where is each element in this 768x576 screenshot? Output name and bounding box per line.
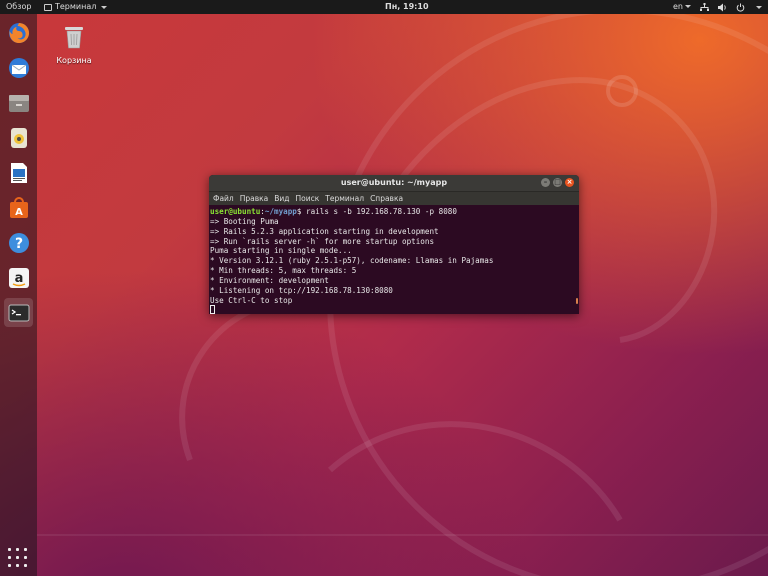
minimize-button[interactable]: – <box>541 178 550 187</box>
terminal-menubar: Файл Правка Вид Поиск Терминал Справка <box>209 191 579 205</box>
output-line: * Listening on tcp://192.168.78.130:8080 <box>210 285 393 295</box>
dock: A ? a <box>0 14 37 576</box>
cursor-line <box>210 305 579 314</box>
terminal-window[interactable]: user@ubuntu: ~/myapp – □ × Файл Правка В… <box>209 175 579 314</box>
output-line: * Environment: development <box>210 275 329 285</box>
maximize-button[interactable]: □ <box>553 178 562 187</box>
show-applications-icon[interactable] <box>8 548 28 568</box>
terminal-icon <box>8 304 29 321</box>
desktop-trash[interactable]: Корзина <box>52 24 96 65</box>
menu-edit[interactable]: Правка <box>240 192 269 205</box>
output-line: => Rails 5.2.3 application starting in d… <box>210 226 439 236</box>
dock-amazon[interactable]: a <box>4 263 33 292</box>
output-line: => Booting Puma <box>210 216 279 226</box>
system-tray[interactable]: en <box>673 0 762 14</box>
software-center-icon: A <box>9 196 28 218</box>
language-indicator[interactable]: en <box>673 0 691 14</box>
app-menu-label: Терминал <box>55 2 97 11</box>
close-button[interactable]: × <box>565 178 574 187</box>
prompt-user: user@ubuntu <box>210 207 261 216</box>
dock-software-center[interactable]: A <box>4 193 33 222</box>
window-controls: – □ × <box>541 178 574 187</box>
dock-terminal[interactable] <box>4 298 33 327</box>
prompt-line: user@ubuntu:~/myapp$ rails s -b 192.168.… <box>210 207 457 216</box>
dock-files[interactable] <box>4 88 33 117</box>
app-menu-terminal[interactable]: Терминал <box>44 0 108 14</box>
volume-icon[interactable] <box>718 3 727 12</box>
menu-file[interactable]: Файл <box>213 192 234 205</box>
menu-view[interactable]: Вид <box>274 192 289 205</box>
help-icon: ? <box>8 232 29 253</box>
chevron-down-icon <box>101 5 108 9</box>
chevron-down-icon <box>685 5 691 8</box>
svg-text:a: a <box>14 271 23 286</box>
power-icon[interactable] <box>736 3 745 12</box>
libreoffice-writer-icon <box>10 162 27 183</box>
clock[interactable]: Пн, 19:10 <box>385 0 429 14</box>
dock-firefox[interactable] <box>4 18 33 47</box>
window-title: user@ubuntu: ~/myapp <box>340 178 448 187</box>
terminal-titlebar[interactable]: user@ubuntu: ~/myapp – □ × <box>209 175 579 191</box>
output-line: * Version 3.12.1 (ruby 2.5.1-p57), coden… <box>210 256 494 266</box>
output-line: * Min threads: 5, max threads: 5 <box>210 266 357 276</box>
trash-icon <box>65 27 83 49</box>
amazon-icon: a <box>8 267 29 288</box>
files-icon <box>8 94 29 112</box>
terminal-app-icon <box>44 3 52 11</box>
scrollbar-handle[interactable] <box>576 298 578 304</box>
text-cursor <box>210 305 215 314</box>
network-icon[interactable] <box>700 2 709 12</box>
menu-help[interactable]: Справка <box>370 192 403 205</box>
output-line: => Run `rails server -h` for more startu… <box>210 236 435 246</box>
dock-rhythmbox[interactable] <box>4 123 33 152</box>
top-bar: Обзор Терминал Пн, 19:10 en <box>0 0 768 14</box>
terminal-output[interactable]: user@ubuntu:~/myapp$ rails s -b 192.168.… <box>209 205 579 314</box>
chevron-down-icon[interactable] <box>756 5 762 9</box>
output-line: Use Ctrl-C to stop <box>210 295 293 305</box>
firefox-icon <box>8 22 29 43</box>
output-line: Puma starting in single mode... <box>210 246 352 256</box>
command-text: rails s -b 192.168.78.130 -p 8080 <box>306 207 457 216</box>
rhythmbox-icon <box>10 127 27 148</box>
trash-label: Корзина <box>56 56 92 65</box>
prompt-path: ~/myapp <box>264 207 297 216</box>
dock-libreoffice-writer[interactable] <box>4 158 33 187</box>
dock-help[interactable]: ? <box>4 228 33 257</box>
activities-button[interactable]: Обзор <box>6 0 31 14</box>
svg-text:A: A <box>15 207 23 218</box>
menu-search[interactable]: Поиск <box>296 192 320 205</box>
menu-terminal[interactable]: Терминал <box>325 192 364 205</box>
dock-thunderbird[interactable] <box>4 53 33 82</box>
thunderbird-icon <box>8 57 29 78</box>
svg-text:?: ? <box>14 236 22 252</box>
